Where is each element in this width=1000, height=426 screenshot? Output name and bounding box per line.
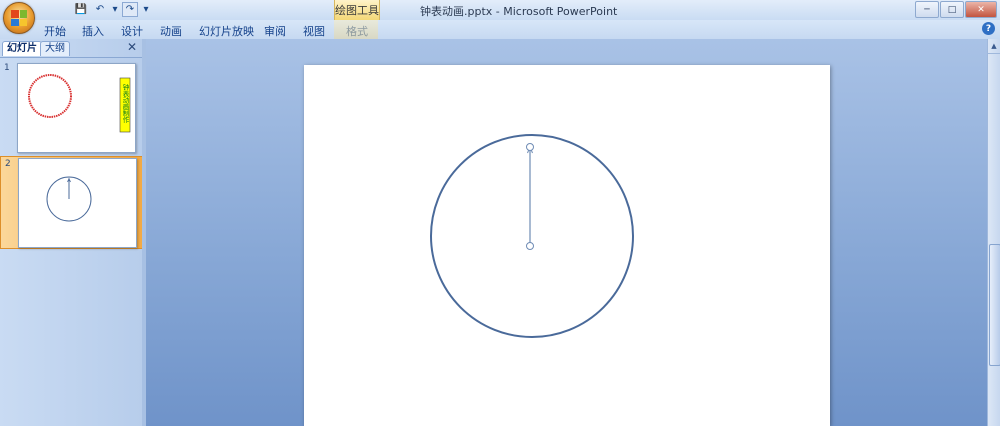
slide-thumbnail-row-1[interactable]: 1 钟表动画制作: [0, 61, 142, 153]
tab-review[interactable]: 审阅: [264, 23, 286, 39]
office-logo-icon: [11, 10, 27, 26]
slide-1-textbox-text: 钟表动画制作: [121, 83, 129, 125]
save-icon[interactable]: 💾: [73, 2, 89, 17]
slide-number: 2: [5, 159, 11, 169]
drawing-tools-tab-group: 绘图工具: [334, 0, 380, 20]
minimize-button[interactable]: ─: [915, 1, 939, 18]
close-button[interactable]: ✕: [965, 1, 997, 18]
tab-slides[interactable]: 幻灯片: [2, 41, 42, 56]
scroll-thumb[interactable]: [989, 244, 1000, 366]
slide-1-red-circle: [28, 74, 72, 118]
window-title: 钟表动画.pptx - Microsoft PowerPoint: [420, 5, 618, 18]
tab-design[interactable]: 设计: [121, 23, 143, 39]
tab-home[interactable]: 开始: [44, 23, 66, 39]
format-tab-highlight: [334, 20, 378, 39]
undo-icon[interactable]: ↶: [92, 2, 108, 17]
tab-slide-show[interactable]: 幻灯片放映: [199, 23, 254, 39]
panel-close-icon[interactable]: ✕: [126, 40, 138, 54]
slide-thumbnail-2[interactable]: [18, 158, 137, 248]
line-start-handle: [526, 242, 534, 250]
quick-access-toolbar: 💾 ↶ ▾ ↷ ▾: [38, 2, 151, 18]
undo-dropdown-icon[interactable]: ▾: [111, 2, 119, 17]
slide-thumbnail-row-2[interactable]: 2: [0, 156, 144, 249]
scroll-up-icon[interactable]: ▲: [988, 39, 1000, 54]
slide-number: 1: [4, 63, 10, 73]
tab-view[interactable]: 视图: [303, 23, 325, 39]
panel-tabs: 幻灯片 大纲 ✕: [0, 39, 142, 58]
maximize-button[interactable]: □: [940, 1, 964, 18]
slide-drawing: [430, 134, 634, 338]
slide-editing-area: [146, 39, 987, 426]
help-icon[interactable]: ?: [982, 22, 995, 35]
tab-insert[interactable]: 插入: [82, 23, 104, 39]
redo-icon[interactable]: ↷: [122, 2, 138, 17]
slide-1-preview: 钟表动画制作: [28, 74, 131, 133]
title-bar: 💾 ↶ ▾ ↷ ▾ 绘图工具 钟表动画.pptx - Microsoft Pow…: [0, 0, 1000, 21]
customize-qat-icon[interactable]: ▾: [141, 2, 151, 17]
clock-face-circle: [430, 134, 634, 338]
ribbon-tabs: 开始 插入 设计 动画 幻灯片放映 审阅 视图 格式: [0, 20, 1000, 40]
slides-panel: 幻灯片 大纲 ✕ 1 钟表动画制作 2: [0, 39, 144, 426]
office-button[interactable]: [3, 2, 35, 34]
tab-outline[interactable]: 大纲: [40, 41, 70, 56]
tab-animations[interactable]: 动画: [160, 23, 182, 39]
slide-2-preview: [46, 176, 92, 222]
slide-thumbnail-1[interactable]: 钟表动画制作: [17, 63, 136, 153]
window-controls: ─ □ ✕: [915, 1, 997, 18]
slide-canvas[interactable]: [304, 65, 830, 426]
line-end-handle: [526, 143, 534, 151]
vertical-scrollbar[interactable]: ▲: [987, 39, 1000, 426]
